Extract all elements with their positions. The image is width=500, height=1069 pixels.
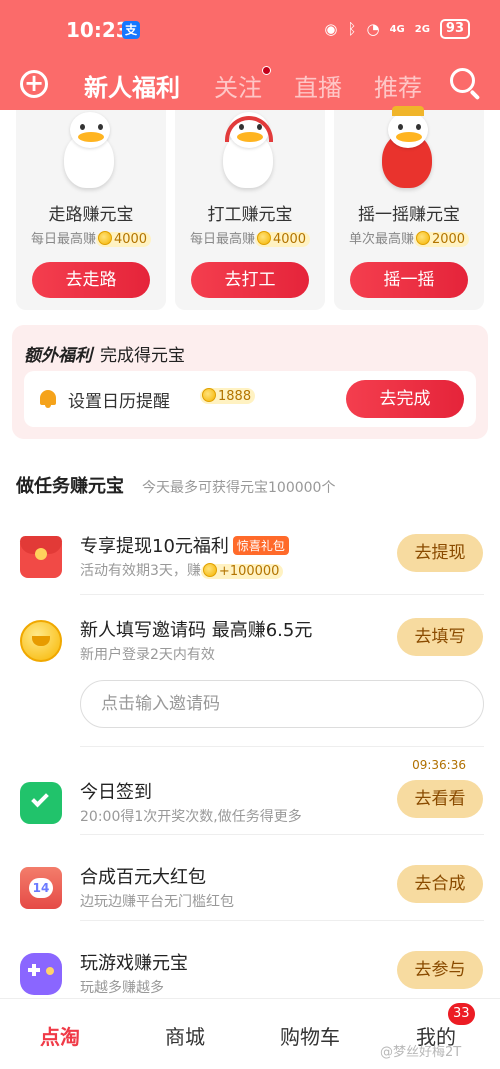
- walk-card: 走路赚元宝 每日最高赚 4000 去走路: [16, 110, 166, 310]
- bluetooth-icon: ᛒ: [347, 20, 357, 38]
- reward-cards: 走路赚元宝 每日最高赚 4000 去走路 打工赚元宝 每日最高赚 4000 去打工 …: [0, 106, 500, 310]
- calendar-check-icon: [20, 782, 62, 824]
- tasks-title: 做任务赚元宝: [16, 476, 124, 497]
- eye-icon: ◉: [324, 20, 338, 38]
- complete-button[interactable]: 去完成: [346, 380, 464, 418]
- tab-live[interactable]: 直播: [294, 68, 342, 103]
- gamepad-icon: [20, 953, 62, 995]
- gold-ingot-icon: [20, 620, 62, 662]
- coin-icon: [415, 231, 430, 245]
- extra-amount: 1888: [200, 388, 256, 404]
- coin-icon: [202, 563, 217, 577]
- shake-button[interactable]: 摇一摇: [350, 262, 468, 298]
- work-card: 打工赚元宝 每日最高赚 4000 去打工: [175, 110, 325, 310]
- wifi-icon: ◔: [366, 20, 380, 38]
- card-sub: 单次最高赚 2000: [334, 228, 484, 247]
- task-daily-checkin: 今日签到 20:00得1次开奖次数,做任务得更多 09:36:36 去看看: [0, 758, 500, 848]
- extra-task-label: 设置日历提醒: [68, 392, 170, 412]
- battery-icon: 93: [439, 19, 470, 39]
- tab-follow[interactable]: 关注: [214, 68, 262, 103]
- tasks-subtitle: 今天最多可获得元宝100000个: [142, 480, 336, 496]
- join-button[interactable]: 去参与: [397, 951, 483, 989]
- tab-recommend[interactable]: 推荐: [374, 68, 422, 103]
- card-title: 打工赚元宝: [207, 205, 293, 225]
- nav-mall[interactable]: 商城: [165, 1021, 205, 1050]
- duck-fortune-icon: [374, 106, 440, 192]
- alipay-icon: 支: [122, 21, 140, 39]
- card-title: 摇一摇赚元宝: [358, 205, 460, 225]
- signal-2g-icon: 2G: [414, 23, 430, 35]
- card-sub: 每日最高赚 4000: [16, 228, 166, 247]
- fill-in-button[interactable]: 去填写: [397, 618, 483, 656]
- status-time: 10:23: [66, 18, 130, 42]
- tab-new-user-benefits[interactable]: 新人福利: [84, 68, 180, 103]
- extra-header: 额外福利 完成得元宝: [24, 346, 185, 366]
- red-envelope-icon: [20, 536, 62, 578]
- red-packet-14-icon: 14: [20, 867, 62, 909]
- duck-mascot-icon: [56, 112, 122, 192]
- mine-badge: 33: [448, 1003, 475, 1025]
- watermark: @梦丝好梅2T: [380, 1045, 462, 1060]
- shake-card: 摇一摇赚元宝 单次最高赚 2000 摇一摇: [334, 106, 484, 310]
- header: 10:23 支 ◉ ᛒ ◔ 4G 2G 93 + 新人福利 关注 直播 推荐: [0, 0, 500, 110]
- card-sub: 每日最高赚 4000: [175, 228, 325, 247]
- notification-dot: [262, 66, 271, 75]
- coin-icon: [97, 231, 112, 245]
- countdown-timer: 09:36:36: [412, 758, 466, 772]
- bell-icon: [38, 389, 58, 409]
- calendar-reminder-row: 设置日历提醒 1888 去完成: [24, 371, 476, 427]
- top-nav: + 新人福利 关注 直播 推荐: [0, 62, 500, 106]
- search-icon[interactable]: [450, 68, 481, 101]
- status-bar: 10:23 支 ◉ ᛒ ◔ 4G 2G 93: [0, 16, 500, 46]
- duck-headphones-icon: [215, 112, 281, 192]
- nav-cart[interactable]: 购物车: [280, 1021, 340, 1050]
- task-merge-red-packet: 14 合成百元大红包 边玩边赚平台无门槛红包 去合成: [0, 853, 500, 933]
- bottom-nav: 点淘 商城 购物车 我的 33 @梦丝好梅2T: [0, 998, 500, 1069]
- withdraw-button[interactable]: 去提现: [397, 534, 483, 572]
- look-button[interactable]: 去看看: [397, 780, 483, 818]
- divider: [80, 834, 484, 835]
- merge-button[interactable]: 去合成: [397, 865, 483, 903]
- extra-benefit-panel: 额外福利 完成得元宝 设置日历提醒 1888 去完成: [12, 325, 488, 439]
- coin-icon: [202, 388, 216, 402]
- task-withdraw: 专享提现10元福利 惊喜礼包 活动有效期3天，赚 +100000 去提现: [0, 522, 500, 602]
- surprise-gift-tag: 惊喜礼包: [232, 536, 289, 555]
- task-invite-code: 新人填写邀请码 最高赚6.5元 新用户登录2天内有效 去填写: [0, 606, 500, 686]
- divider: [80, 746, 484, 747]
- status-icons: ◉ ᛒ ◔ 4G 2G 93: [324, 19, 470, 39]
- divider: [80, 920, 484, 921]
- invite-code-input[interactable]: 点击输入邀请码: [80, 680, 484, 728]
- divider: [80, 594, 484, 595]
- coin-icon: [256, 231, 271, 245]
- signal-4g-icon: 4G: [389, 23, 405, 35]
- go-work-button[interactable]: 去打工: [191, 262, 309, 298]
- nav-diantao[interactable]: 点淘: [40, 1021, 80, 1050]
- card-title: 走路赚元宝: [48, 205, 134, 225]
- go-walk-button[interactable]: 去走路: [32, 262, 150, 298]
- plus-icon[interactable]: +: [20, 70, 48, 98]
